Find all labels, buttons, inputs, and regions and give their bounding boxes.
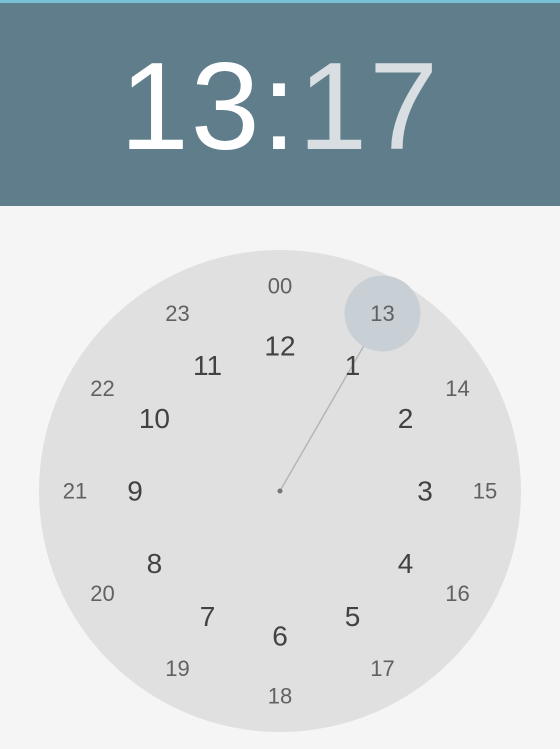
minute-display[interactable]: 17 xyxy=(298,38,440,176)
hour-display[interactable]: 13 xyxy=(120,38,262,176)
hour-option-20[interactable]: 20 xyxy=(90,581,114,606)
hour-option-2[interactable]: 2 xyxy=(398,403,414,434)
hour-option-21[interactable]: 21 xyxy=(63,479,87,504)
hour-option-7[interactable]: 7 xyxy=(200,601,216,632)
hour-option-00[interactable]: 00 xyxy=(268,274,292,299)
hour-option-15[interactable]: 15 xyxy=(473,479,497,504)
time-header: 13:17 xyxy=(0,0,560,206)
hour-option-18[interactable]: 18 xyxy=(268,684,292,709)
time-display: 13:17 xyxy=(0,45,560,169)
clock-body: 12 1 2 3 4 5 6 7 8 9 10 11 00 13 14 15 16 17 18 19 20 21 22 23 xyxy=(0,206,560,749)
hour-option-11[interactable]: 11 xyxy=(193,350,222,381)
hour-option-4[interactable]: 4 xyxy=(398,548,414,579)
hour-option-9[interactable]: 9 xyxy=(127,476,143,507)
dial-center-dot xyxy=(277,488,283,494)
hour-option-16[interactable]: 16 xyxy=(445,581,469,606)
hour-option-19[interactable]: 19 xyxy=(165,656,189,681)
hour-option-3[interactable]: 3 xyxy=(417,476,433,507)
hour-option-22[interactable]: 22 xyxy=(90,376,114,401)
hour-option-1[interactable]: 1 xyxy=(345,350,361,381)
clock-dial[interactable]: 121234567891011001314151617181920212223 xyxy=(0,206,560,749)
hour-option-13[interactable]: 13 xyxy=(370,301,394,326)
hour-option-14[interactable]: 14 xyxy=(445,376,469,401)
hour-option-17[interactable]: 17 xyxy=(370,656,394,681)
hour-option-10[interactable]: 10 xyxy=(139,403,170,434)
hour-option-5[interactable]: 5 xyxy=(345,601,361,632)
hour-option-6[interactable]: 6 xyxy=(272,621,288,652)
hour-option-8[interactable]: 8 xyxy=(147,548,163,579)
hour-option-23[interactable]: 23 xyxy=(165,301,189,326)
hour-option-12[interactable]: 12 xyxy=(264,331,295,362)
time-separator: : xyxy=(261,38,299,176)
